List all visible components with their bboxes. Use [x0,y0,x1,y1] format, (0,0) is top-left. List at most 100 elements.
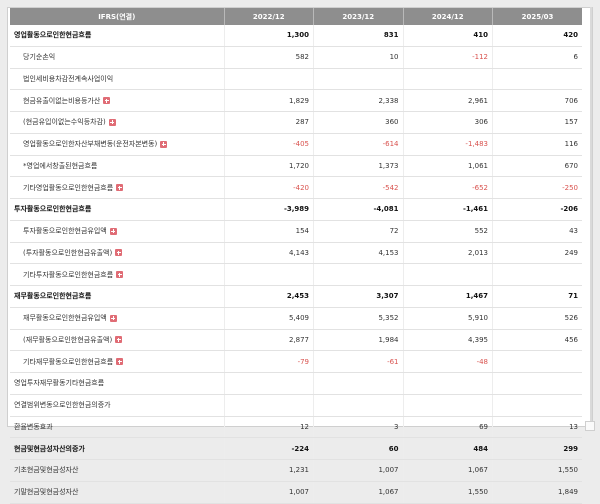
expand-plus-icon[interactable] [116,271,124,279]
value-cell: 1,373 [313,155,403,178]
value-cell: 71 [492,285,582,308]
value-cell: -1,483 [402,133,493,156]
row-label: 당기순손익 [23,53,56,62]
value-cell: 69 [402,416,493,439]
value-cell: 420 [492,25,582,47]
table-row: 영업활동으로인한자산부채변동(운전자본변동) -405 -614 -1,483 116 [10,133,582,156]
value-cell: 2,877 [223,329,314,352]
value-cell: 484 [402,437,493,460]
row-label: 투자활동으로인한현금흐름 [14,205,92,214]
row-label-cell: 환율변동효과 [10,416,224,439]
row-label-cell: 기타투자활동으로인한현금흐름 [10,263,224,286]
header-period-4: 2025/03 [492,8,582,25]
value-cell: 249 [492,242,582,265]
row-label-cell: (현금유입이없는수익등차감) [10,111,224,134]
value-cell [223,372,314,395]
header-period-2: 2023/12 [313,8,403,25]
table-body: 영업활동으로인한현금흐름 1,300 831 410 420 당기순손익 582 10 -112… [10,25,582,504]
value-cell: 299 [492,437,582,460]
value-cell: 670 [492,155,582,178]
value-cell: 831 [313,25,403,47]
table-row: 기타영업활동으로인한현금흐름 -420 -542 -652 -250 [10,176,582,199]
value-cell: 157 [492,111,582,134]
cashflow-table: IFRS(연결) 2022/12 2023/12 2024/12 2025/03… [10,8,582,504]
table-row: (재무활동으로인한현금유출액) 2,877 1,984 4,395 456 [10,329,582,352]
value-cell [402,372,493,395]
expand-plus-icon[interactable] [108,118,116,126]
value-cell: 154 [223,220,314,243]
value-cell [313,263,403,286]
row-label: 기타투자활동으로인한현금흐름 [23,270,114,279]
row-label: 연결범위변동으로인한현금의증가 [14,401,111,410]
row-label-cell: 기초현금및현금성자산 [10,459,224,482]
value-cell: 552 [402,220,493,243]
expand-plus-icon[interactable] [160,140,168,148]
header-ifrs: IFRS(연결) [10,8,224,25]
expand-plus-icon[interactable] [115,249,123,257]
value-cell: -48 [402,350,493,373]
table-row: 연결범위변동으로인한현금의증가 [10,394,582,417]
row-label-cell: 법인세비용차감전계속사업이익 [10,68,224,91]
value-cell: 3 [313,416,403,439]
value-cell [313,68,403,91]
row-label: (투자활동으로인한현금유출액) [23,248,113,257]
row-label-cell: 기말현금및현금성자산 [10,481,224,504]
row-label: 기타재무활동으로인한현금흐름 [23,357,114,366]
row-label: 법인세비용차감전계속사업이익 [23,74,114,83]
row-label: 영업활동으로인한자산부채변동(운전자본변동) [23,140,158,149]
value-cell: 1,550 [402,481,493,504]
row-label-cell: 재무활동으로인한현금흐름 [10,285,224,308]
value-cell: 2,453 [223,285,314,308]
table-row: 투자활동으로인한현금유입액 154 72 552 43 [10,220,582,243]
value-cell: -1,461 [402,198,493,221]
value-cell: -224 [223,437,314,460]
expand-plus-icon[interactable] [116,184,124,192]
table-row: 기타투자활동으로인한현금흐름 [10,263,582,286]
value-cell: 60 [313,437,403,460]
header-period-3: 2024/12 [402,8,493,25]
table-row: 재무활동으로인한현금흐름 2,453 3,307 1,467 71 [10,285,582,308]
table-row: 기타재무활동으로인한현금흐름 -79 -61 -48 [10,350,582,373]
value-cell: 1,467 [402,285,493,308]
expand-plus-icon[interactable] [103,97,111,105]
value-cell: -206 [492,198,582,221]
row-label-cell: 현금유출이없는비용등가산 [10,89,224,112]
value-cell: 12 [223,416,314,439]
value-cell [223,394,314,417]
expand-plus-icon[interactable] [116,358,124,366]
row-label: *영업에서창출된현금흐름 [23,161,98,170]
value-cell [492,372,582,395]
value-cell [402,394,493,417]
expand-plus-icon[interactable] [109,227,117,235]
value-cell: 526 [492,307,582,330]
table-row: 기말현금및현금성자산 1,007 1,067 1,550 1,849 [10,481,582,504]
row-label: 기타영업활동으로인한현금흐름 [23,183,114,192]
value-cell: 72 [313,220,403,243]
value-cell: 706 [492,89,582,112]
row-label-cell: (투자활동으로인한현금유출액) [10,242,224,265]
table-row: 재무활동으로인한현금유입액 5,409 5,352 5,910 526 [10,307,582,330]
value-cell: 1,231 [223,459,314,482]
table-row: (현금유입이없는수익등차감) 287 360 306 157 [10,111,582,134]
table-row: 당기순손익 582 10 -112 6 [10,46,582,69]
value-cell [402,68,493,91]
row-label-cell: 영업투자재무활동기타현금흐름 [10,372,224,395]
value-cell: 4,153 [313,242,403,265]
value-cell [313,372,403,395]
value-cell: 287 [223,111,314,134]
row-label-cell: 투자활동으로인한현금흐름 [10,198,224,221]
value-cell: 306 [402,111,493,134]
row-label: 영업활동으로인한현금흐름 [14,31,92,40]
value-cell: -652 [402,176,493,199]
expand-plus-icon[interactable] [109,314,117,322]
value-cell: 5,910 [402,307,493,330]
value-cell: 1,550 [492,459,582,482]
table-row: (투자활동으로인한현금유출액) 4,143 4,153 2,013 249 [10,242,582,265]
vertical-scrollbar[interactable] [590,7,592,425]
value-cell: 360 [313,111,403,134]
expand-plus-icon[interactable] [115,336,123,344]
value-cell: 2,013 [402,242,493,265]
value-cell: 410 [402,25,493,47]
value-cell [492,68,582,91]
table-header: IFRS(연결) 2022/12 2023/12 2024/12 2025/03 [10,8,582,25]
